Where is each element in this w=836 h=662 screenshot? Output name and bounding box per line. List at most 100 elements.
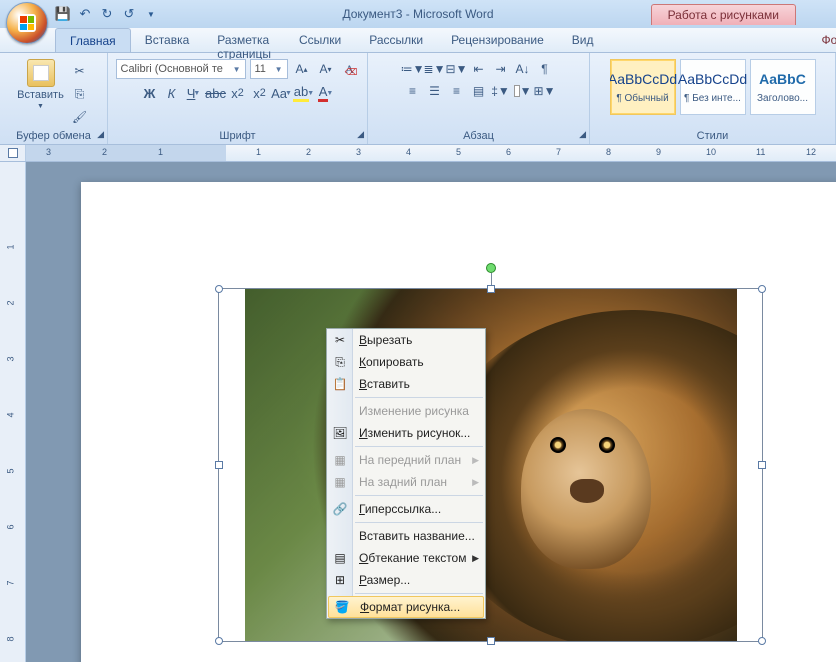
cut-button[interactable]: ✂: [69, 61, 91, 81]
context-menu-item[interactable]: 🖼Изменить рисунок...: [327, 422, 485, 444]
menu-item-icon: ▤: [332, 550, 348, 566]
context-menu-item[interactable]: ▤ Обтекание текстом ▶: [327, 547, 485, 569]
resize-handle-s[interactable]: [487, 637, 495, 645]
tab-review[interactable]: Рецензирование: [437, 28, 558, 52]
tab-insert[interactable]: Вставка: [131, 28, 204, 52]
save-icon[interactable]: 💾: [55, 6, 71, 22]
format-painter-button[interactable]: 🖌: [69, 107, 91, 127]
group-clipboard: Вставить ▼ ✂ ⎘ 🖌 Буфер обмена◢: [0, 53, 108, 144]
tab-format[interactable]: Формат: [807, 28, 836, 52]
qat-dropdown-icon[interactable]: ▼: [143, 6, 159, 22]
tab-references[interactable]: Ссылки: [285, 28, 355, 52]
menu-item-icon: [332, 528, 348, 544]
align-center-button[interactable]: ☰: [425, 81, 445, 101]
submenu-arrow-icon: ▶: [472, 455, 479, 466]
context-menu-item[interactable]: ⎘Копировать: [327, 351, 485, 373]
borders-button[interactable]: ⊞▼: [535, 81, 555, 101]
show-marks-button[interactable]: ¶: [535, 59, 555, 79]
submenu-arrow-icon: ▶: [472, 553, 479, 564]
align-right-button[interactable]: ≡: [447, 81, 467, 101]
decrease-indent-button[interactable]: ⇤: [469, 59, 489, 79]
group-font-label: Шрифт: [219, 130, 255, 142]
style-item[interactable]: AaBbCЗаголово...: [750, 59, 816, 115]
context-menu-item[interactable]: 🪣Формат рисунка...: [328, 596, 484, 618]
font-launcher-icon[interactable]: ◢: [357, 129, 364, 140]
menu-item-label: Размер...: [359, 573, 410, 587]
increase-indent-button[interactable]: ⇥: [491, 59, 511, 79]
menu-item-icon: 🔗: [332, 501, 348, 517]
office-button[interactable]: [6, 2, 48, 44]
paste-icon: [27, 59, 55, 87]
justify-button[interactable]: ▤: [469, 81, 489, 101]
menu-item-icon: 🖼: [332, 425, 348, 441]
resize-handle-ne[interactable]: [758, 285, 766, 293]
paste-button[interactable]: Вставить ▼: [17, 59, 65, 127]
highlight-button[interactable]: ab▼: [294, 83, 314, 103]
context-menu-item[interactable]: 📋Вставить: [327, 373, 485, 395]
resize-handle-sw[interactable]: [215, 637, 223, 645]
resize-handle-w[interactable]: [215, 461, 223, 469]
ribbon: Вставить ▼ ✂ ⎘ 🖌 Буфер обмена◢ Calibri (…: [0, 53, 836, 145]
context-menu-item[interactable]: 🔗Гиперссылка...: [327, 498, 485, 520]
align-left-button[interactable]: ≡: [403, 81, 423, 101]
undo-icon[interactable]: ↶: [77, 6, 93, 22]
shading-button[interactable]: ▼: [513, 81, 533, 101]
clear-formatting-button[interactable]: A⌫: [340, 59, 360, 79]
strikethrough-button[interactable]: abc: [206, 83, 226, 103]
context-menu-item[interactable]: Вставить название...: [327, 525, 485, 547]
selection-frame: [218, 288, 763, 642]
horizontal-ruler-bar: 321123456789101112: [0, 145, 836, 162]
redo-icon[interactable]: ↺: [121, 6, 137, 22]
bullets-button[interactable]: ≔▼: [403, 59, 423, 79]
grow-font-button[interactable]: A▴: [292, 59, 312, 79]
horizontal-ruler[interactable]: 321123456789101112: [26, 145, 836, 161]
paragraph-launcher-icon[interactable]: ◢: [579, 129, 586, 140]
menu-item-icon: ▦: [332, 452, 348, 468]
subscript-button[interactable]: x2: [228, 83, 248, 103]
font-size-combo[interactable]: 11▼: [250, 59, 288, 79]
font-color-button[interactable]: A▼: [316, 83, 336, 103]
view-selector-icon: [8, 148, 18, 158]
context-menu-item[interactable]: ✂Вырезать: [327, 329, 485, 351]
sort-button[interactable]: A↓: [513, 59, 533, 79]
menu-item-icon: [332, 403, 348, 419]
line-spacing-button[interactable]: ‡▼: [491, 81, 511, 101]
style-item[interactable]: AaBbCcDd¶ Без инте...: [680, 59, 746, 115]
group-paragraph-label: Абзац: [463, 130, 494, 142]
resize-handle-se[interactable]: [758, 637, 766, 645]
clipboard-launcher-icon[interactable]: ◢: [97, 129, 104, 140]
copy-button[interactable]: ⎘: [69, 84, 91, 104]
superscript-button[interactable]: x2: [250, 83, 270, 103]
quick-access-toolbar: 💾 ↶ ↻ ↺ ▼: [55, 6, 159, 22]
context-menu-item[interactable]: ⊞Размер...: [327, 569, 485, 591]
shrink-font-button[interactable]: A▾: [316, 59, 336, 79]
resize-handle-n[interactable]: [487, 285, 495, 293]
title-bar: 💾 ↶ ↻ ↺ ▼ Документ3 - Microsoft Word Раб…: [0, 0, 836, 28]
menu-item-label: На передний план: [359, 453, 461, 467]
tab-view[interactable]: Вид: [558, 28, 608, 52]
tab-mailings[interactable]: Рассылки: [355, 28, 437, 52]
resize-handle-e[interactable]: [758, 461, 766, 469]
menu-item-label: Изменение рисунка: [359, 404, 469, 418]
submenu-arrow-icon: ▶: [472, 477, 479, 488]
numbering-button[interactable]: ≣▼: [425, 59, 445, 79]
resize-handle-nw[interactable]: [215, 285, 223, 293]
repeat-icon[interactable]: ↻: [99, 6, 115, 22]
menu-item-label: Обтекание текстом: [359, 551, 466, 565]
menu-item-icon: ⎘: [332, 354, 348, 370]
rotate-handle[interactable]: [486, 263, 496, 273]
style-item[interactable]: AaBbCcDd¶ Обычный: [610, 59, 676, 115]
menu-item-label: Вставить: [359, 377, 410, 391]
tab-page-layout[interactable]: Разметка страницы: [203, 28, 285, 52]
tab-home[interactable]: Главная: [55, 28, 131, 52]
multilevel-list-button[interactable]: ⊟▼: [447, 59, 467, 79]
paste-label: Вставить: [17, 89, 64, 101]
ribbon-tabs: Главная Вставка Разметка страницы Ссылки…: [0, 28, 836, 53]
vertical-ruler[interactable]: 12345678: [0, 162, 26, 662]
underline-button[interactable]: Ч▼: [184, 83, 204, 103]
italic-button[interactable]: К: [162, 83, 182, 103]
bold-button[interactable]: Ж: [140, 83, 160, 103]
font-name-combo[interactable]: Calibri (Основной те▼: [116, 59, 246, 79]
ruler-corner[interactable]: [0, 145, 26, 161]
change-case-button[interactable]: Aa▼: [272, 83, 292, 103]
